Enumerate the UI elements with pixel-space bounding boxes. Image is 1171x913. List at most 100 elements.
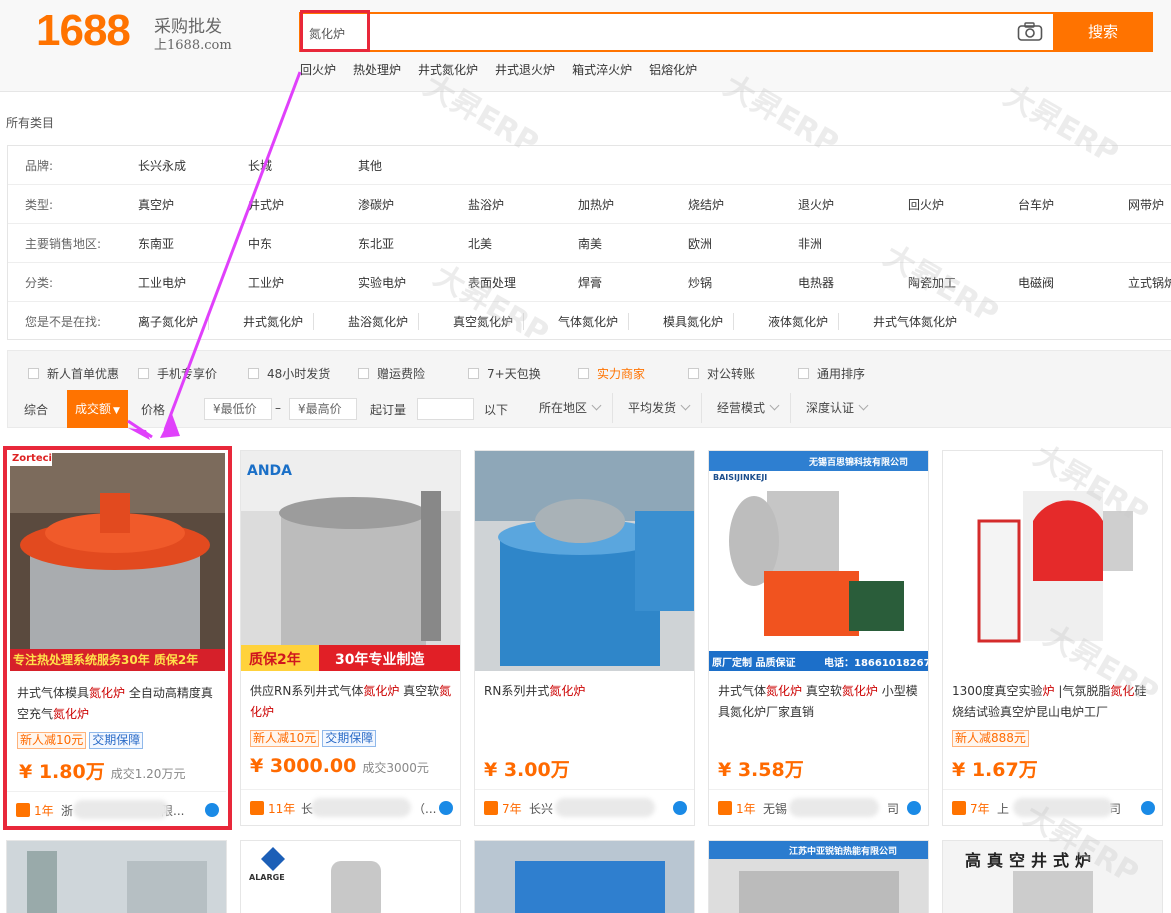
filter-option[interactable]: 南美 — [578, 235, 602, 252]
product-image[interactable]: ANDA 质保2年 30年专业制造 — [241, 451, 460, 671]
product-image[interactable] — [7, 841, 227, 913]
checkbox-icon[interactable] — [468, 368, 479, 379]
suggest-option[interactable]: 盐浴氮化炉 — [348, 313, 420, 330]
chat-icon[interactable] — [673, 801, 687, 815]
product-title[interactable]: 1300度真空实验炉 |气氛脱脂氮化硅烧结试验真空炉昆山电炉工厂 — [952, 681, 1157, 725]
dropdown-business-mode[interactable]: 经营模式 — [717, 393, 792, 423]
suggest-option[interactable]: 井式氮化炉 — [243, 313, 315, 330]
filter-option[interactable]: 欧洲 — [688, 235, 712, 252]
dropdown-certification[interactable]: 深度认证 — [806, 393, 879, 423]
filter-option[interactable]: 烧结炉 — [688, 196, 724, 213]
suggest-option[interactable]: 离子氮化炉 — [138, 313, 210, 330]
supplier-row[interactable]: 1年 浙限... — [7, 791, 226, 827]
product-card[interactable] — [474, 840, 695, 913]
filter-option[interactable]: 退火炉 — [798, 196, 834, 213]
checkbox-icon[interactable] — [138, 368, 149, 379]
checkbox-7day-return[interactable]: 7+天包换 — [468, 365, 541, 382]
search-button[interactable]: 搜索 — [1053, 12, 1153, 52]
filter-option[interactable]: 表面处理 — [468, 274, 516, 291]
product-card[interactable]: Zorteci 专注热处理系统服务30年 质保2年 井式气体模具氮化炉 全自动高… — [3, 446, 232, 830]
filter-option[interactable]: 井式炉 — [248, 196, 284, 213]
product-card[interactable]: ALARGE — [240, 840, 461, 913]
checkbox-icon[interactable] — [248, 368, 259, 379]
filter-option[interactable]: 其他 — [358, 157, 382, 174]
hot-word[interactable]: 热处理炉 — [353, 61, 401, 78]
search-input[interactable] — [309, 22, 909, 44]
filter-option[interactable]: 盐浴炉 — [468, 196, 504, 213]
product-card[interactable]: 1300度真空实验炉 |气氛脱脂氮化硅烧结试验真空炉昆山电炉工厂 新人减888元… — [942, 450, 1163, 826]
filter-option[interactable]: 工业炉 — [248, 274, 284, 291]
suggest-option[interactable]: 真空氮化炉 — [453, 313, 525, 330]
camera-icon[interactable] — [1017, 22, 1043, 42]
checkbox-new-user[interactable]: 新人首单优惠 — [28, 365, 119, 382]
hot-word[interactable]: 回火炉 — [300, 61, 336, 78]
filter-option[interactable]: 陶瓷加工 — [908, 274, 956, 291]
chat-icon[interactable] — [907, 801, 921, 815]
min-price-input[interactable]: ¥最低价 — [204, 398, 272, 420]
product-image[interactable]: Zorteci 专注热处理系统服务30年 质保2年 — [10, 453, 225, 671]
checkbox-icon[interactable] — [798, 368, 809, 379]
product-title[interactable]: 井式气体模具氮化炉 全自动高精度真空充气氮化炉 — [17, 683, 222, 727]
product-card[interactable]: BAISIJINKEJI 无锡百思锦科技有限公司 原厂定制 品质保证 电话：18… — [708, 450, 929, 826]
supplier-row[interactable]: 7年 长兴 — [475, 789, 694, 825]
chat-icon[interactable] — [439, 801, 453, 815]
filter-option[interactable]: 加热炉 — [578, 196, 614, 213]
suggest-option[interactable]: 模具氮化炉 — [663, 313, 735, 330]
hot-word[interactable]: 铝熔化炉 — [649, 61, 697, 78]
dropdown-location[interactable]: 所在地区 — [539, 393, 614, 423]
filter-option[interactable]: 实验电炉 — [358, 274, 406, 291]
all-categories[interactable]: 所有类目 — [6, 114, 54, 131]
filter-option[interactable]: 网带炉 — [1128, 196, 1164, 213]
suggest-option[interactable]: 井式气体氮化炉 — [873, 313, 967, 330]
filter-option[interactable]: 炒锅 — [688, 274, 712, 291]
filter-option[interactable]: 回火炉 — [908, 196, 944, 213]
logo-1688[interactable]: 1688 — [36, 6, 131, 56]
filter-option[interactable]: 工业电炉 — [138, 274, 186, 291]
filter-option[interactable]: 非洲 — [798, 235, 822, 252]
max-price-input[interactable]: ¥最高价 — [289, 398, 357, 420]
filter-option[interactable]: 长兴永成 — [138, 157, 186, 174]
checkbox-icon[interactable] — [578, 368, 589, 379]
filter-option[interactable]: 焊膏 — [578, 274, 602, 291]
checkbox-strength-merchant[interactable]: 实力商家 — [578, 365, 645, 382]
hot-word[interactable]: 井式退火炉 — [495, 61, 555, 78]
product-card[interactable]: 高真空井式炉 — [942, 840, 1163, 913]
checkbox-freight-insurance[interactable]: 赠运费险 — [358, 365, 425, 382]
hot-word[interactable]: 箱式淬火炉 — [572, 61, 632, 78]
supplier-row[interactable]: 11年 长（... — [241, 789, 460, 825]
filter-option[interactable]: 台车炉 — [1018, 196, 1054, 213]
checkbox-icon[interactable] — [28, 368, 39, 379]
product-image[interactable] — [475, 451, 694, 671]
filter-option[interactable]: 立式锅炉 — [1128, 274, 1171, 291]
dropdown-shipping[interactable]: 平均发货 — [628, 393, 703, 423]
hot-word[interactable]: 井式氮化炉 — [418, 61, 478, 78]
filter-option[interactable]: 电热器 — [798, 274, 834, 291]
filter-option[interactable]: 长城 — [248, 157, 272, 174]
filter-option[interactable]: 东北亚 — [358, 235, 394, 252]
product-card[interactable]: RN系列井式氮化炉 ¥ 3.00万 7年 长兴 — [474, 450, 695, 826]
filter-option[interactable]: 北美 — [468, 235, 492, 252]
product-title[interactable]: 供应RN系列井式气体氮化炉 真空软氮化炉 — [250, 681, 455, 725]
filter-option[interactable]: 真空炉 — [138, 196, 174, 213]
filter-option[interactable]: 中东 — [248, 235, 272, 252]
supplier-row[interactable]: 7年 上司 — [943, 789, 1162, 825]
sort-general[interactable]: 综合 — [24, 401, 48, 418]
checkbox-icon[interactable] — [358, 368, 369, 379]
product-image[interactable] — [475, 841, 695, 913]
checkbox-48h[interactable]: 48小时发货 — [248, 365, 330, 382]
suggest-option[interactable]: 液体氮化炉 — [768, 313, 840, 330]
moq-input[interactable] — [417, 398, 474, 420]
sort-price[interactable]: 价格 — [141, 401, 165, 418]
checkbox-icon[interactable] — [688, 368, 699, 379]
product-image[interactable]: BAISIJINKEJI 无锡百思锦科技有限公司 原厂定制 品质保证 电话：18… — [709, 451, 928, 671]
filter-option[interactable]: 渗碳炉 — [358, 196, 394, 213]
product-card[interactable] — [6, 840, 227, 913]
chat-icon[interactable] — [205, 803, 219, 817]
checkbox-mobile-price[interactable]: 手机专享价 — [138, 365, 217, 382]
suggest-option[interactable]: 气体氮化炉 — [558, 313, 630, 330]
product-image[interactable] — [943, 451, 1162, 671]
chat-icon[interactable] — [1141, 801, 1155, 815]
product-card[interactable]: ANDA 质保2年 30年专业制造 供应RN系列井式气体氮化炉 真空软氮化炉 新… — [240, 450, 461, 826]
checkbox-corporate-transfer[interactable]: 对公转账 — [688, 365, 755, 382]
supplier-row[interactable]: 1年 无锡司 — [709, 789, 928, 825]
